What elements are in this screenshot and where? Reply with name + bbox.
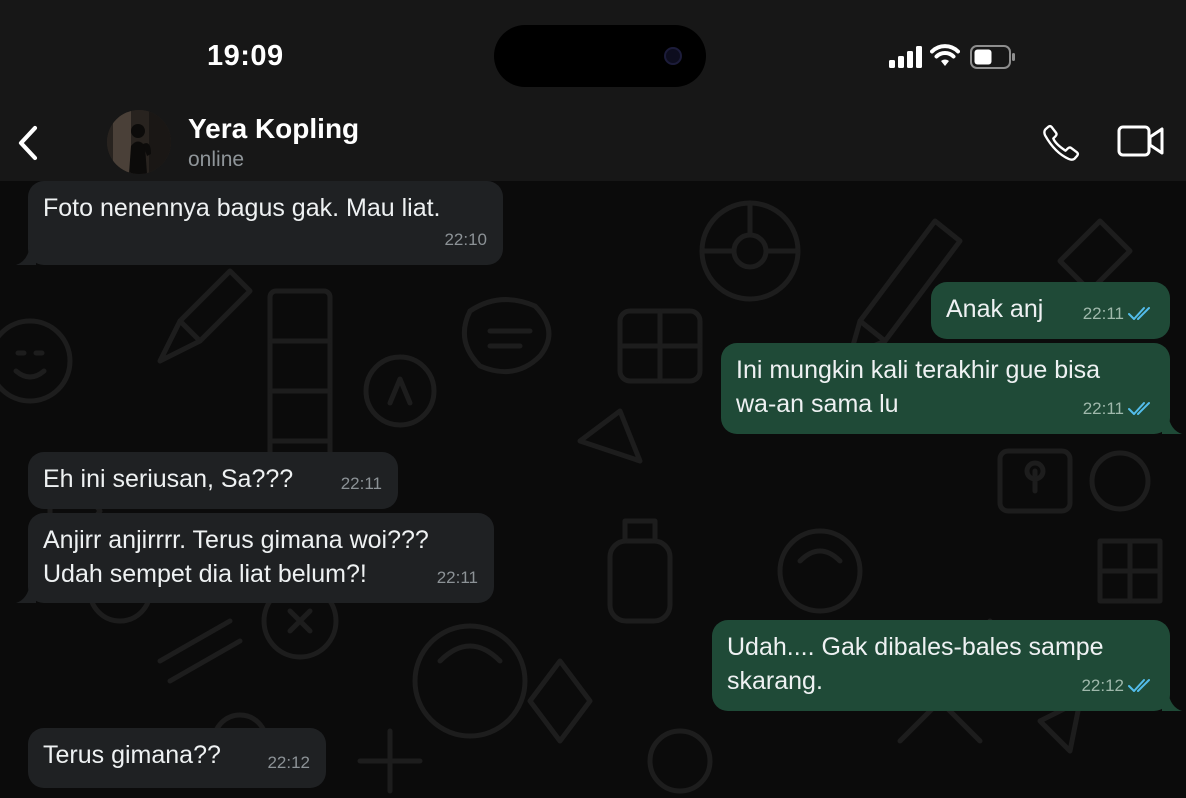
front-camera-icon: [664, 47, 682, 65]
message-incoming[interactable]: Foto nenennya bagus gak. Mau liat. 22:10: [16, 181, 503, 265]
message-meta: 22:10: [444, 223, 487, 257]
chat-area[interactable]: Foto nenennya bagus gak. Mau liat. 22:10…: [0, 181, 1186, 798]
message-meta: 22:11: [341, 467, 382, 501]
message-time: 22:12: [267, 753, 310, 772]
message-meta: 22:11: [1083, 297, 1154, 331]
double-check-icon: [1128, 402, 1150, 415]
bubble-tail: [16, 583, 36, 603]
message-time: 22:11: [436, 568, 478, 587]
contact-name[interactable]: Yera Kopling: [188, 113, 359, 145]
message-meta: 22:11: [1083, 392, 1154, 426]
message-time: 22:11: [1082, 399, 1124, 418]
message-time: 22:10: [444, 230, 487, 249]
message-meta: 22:11: [437, 561, 478, 595]
message-meta: 22:12: [267, 746, 310, 780]
message-time: 22:12: [1081, 676, 1124, 695]
message-incoming[interactable]: Anjirr anjirrrr. Terus gimana woi??? Uda…: [16, 513, 494, 603]
cellular-signal-icon: [889, 46, 922, 68]
message-time: 22:11: [1082, 304, 1124, 323]
chevron-left-icon[interactable]: [14, 122, 44, 164]
message-outgoing[interactable]: Ini mungkin kali terakhir gue bisa wa-an…: [721, 343, 1182, 434]
message-outgoing[interactable]: Udah.... Gak dibales-bales sampe skarang…: [712, 620, 1182, 711]
message-text: Foto nenennya bagus gak. Mau liat.: [43, 194, 441, 222]
avatar[interactable]: [107, 110, 171, 174]
message-text: Anjirr anjirrrr. Terus gimana woi??? Uda…: [43, 526, 429, 588]
battery-icon: [970, 45, 1015, 69]
video-camera-icon[interactable]: [1117, 124, 1165, 158]
message-outgoing[interactable]: Anak anj 22:11: [931, 282, 1170, 339]
phone-icon[interactable]: [1040, 122, 1082, 164]
bubble-tail: [1162, 414, 1182, 434]
status-time: 19:09: [207, 40, 284, 72]
dynamic-island: [494, 25, 706, 87]
double-check-icon: [1128, 307, 1150, 320]
bubble-tail: [16, 245, 36, 265]
bubble-tail: [1162, 691, 1182, 711]
message-time: 22:11: [340, 474, 382, 493]
double-check-icon: [1128, 679, 1150, 692]
message-meta: 22:12: [1081, 669, 1154, 703]
wifi-icon: [930, 44, 960, 66]
chat-header: Yera Kopling online: [0, 105, 1186, 181]
avatar-photo: [107, 110, 171, 174]
message-text: Eh ini seriusan, Sa???: [43, 465, 294, 493]
message-incoming[interactable]: Eh ini seriusan, Sa??? 22:11: [28, 452, 398, 509]
status-bar: 19:09: [0, 0, 1186, 105]
contact-status: online: [188, 148, 245, 171]
message-incoming[interactable]: Terus gimana?? 22:12: [28, 728, 326, 788]
